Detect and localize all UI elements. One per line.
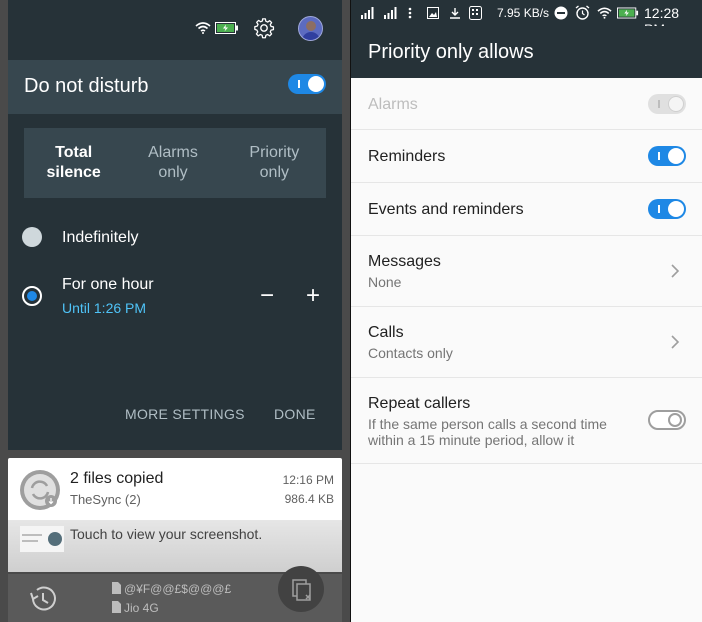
image-icon <box>427 7 439 19</box>
segment-priority-only[interactable]: Priority only <box>223 128 326 198</box>
history-icon[interactable] <box>26 584 58 614</box>
option-one-hour-label[interactable]: For one hour <box>62 276 154 294</box>
option-indefinitely-label[interactable]: Indefinitely <box>62 229 139 247</box>
alarm-icon <box>575 5 590 20</box>
repeat-callers-toggle[interactable] <box>648 410 686 430</box>
notification-app: TheSync (2) <box>70 492 141 507</box>
sim-icon <box>112 582 121 594</box>
setting-row-messages[interactable]: Messages None <box>351 236 702 307</box>
wifi-icon <box>195 22 211 34</box>
setting-title: Messages <box>368 253 441 270</box>
dnd-mode-selector: Total silence Alarms only Priority only <box>24 128 326 198</box>
priority-settings-screen: 7.95 KB/s 12:28 PM Priority only allows … <box>351 0 702 622</box>
quick-settings-panel: Do not disturb Total silence Alarms only… <box>0 0 350 622</box>
option-one-hour-until: Until 1:26 PM <box>62 300 147 316</box>
dnd-status-icon <box>554 6 568 20</box>
dnd-toggle[interactable] <box>288 74 326 94</box>
setting-title: Events and reminders <box>368 201 524 218</box>
setting-subtitle: If the same person calls a second time w… <box>368 416 607 448</box>
sync-icon <box>20 470 60 510</box>
increase-duration-button[interactable]: + <box>306 284 320 308</box>
decrease-duration-button[interactable]: − <box>260 284 274 308</box>
page-title: Priority only allows <box>368 41 534 63</box>
events-toggle[interactable] <box>648 199 686 219</box>
setting-row-reminders[interactable]: Reminders <box>351 130 702 183</box>
dnd-title: Do not disturb <box>24 75 149 97</box>
sim-icon <box>112 601 121 613</box>
app-notification-icon <box>469 6 482 20</box>
wifi-icon <box>597 7 612 19</box>
setting-title: Calls <box>368 324 404 341</box>
signal-icon <box>361 7 374 19</box>
dnd-panel: Do not disturb Total silence Alarms only… <box>8 0 342 450</box>
clear-all-icon <box>292 579 311 601</box>
status-bar: 7.95 KB/s 12:28 PM <box>351 0 702 37</box>
more-vert-icon <box>408 7 412 19</box>
screenshot-notification[interactable]: Touch to view your screenshot. <box>8 520 342 572</box>
reminders-toggle[interactable] <box>648 146 686 166</box>
setting-title: Reminders <box>368 148 446 165</box>
setting-title: Repeat callers <box>368 395 471 412</box>
battery-charging-icon <box>617 7 639 19</box>
radio-one-hour[interactable] <box>22 286 42 306</box>
setting-subtitle: Contacts only <box>368 345 453 361</box>
clear-notifications-button[interactable] <box>278 566 324 612</box>
battery-charging-icon <box>215 22 238 34</box>
setting-row-alarms[interactable]: Alarms <box>351 78 702 130</box>
bottom-status-strip: @¥F@@£$@@@£ Jio 4G <box>8 566 342 622</box>
download-icon <box>450 8 460 19</box>
segment-alarms-only[interactable]: Alarms only <box>123 128 222 198</box>
done-button[interactable]: DONE <box>274 406 316 422</box>
network-speed: 7.95 KB/s <box>497 6 550 20</box>
radio-indefinitely[interactable] <box>22 227 42 247</box>
segment-total-silence[interactable]: Total silence <box>24 128 123 198</box>
setting-row-calls[interactable]: Calls Contacts only <box>351 307 702 378</box>
screenshot-notification-text: Touch to view your screenshot. <box>70 526 263 542</box>
dnd-row: Do not disturb <box>8 60 342 114</box>
carrier-name-1: @¥F@@£$@@@£ <box>124 582 232 596</box>
setting-row-events[interactable]: Events and reminders <box>351 183 702 236</box>
signal-icon <box>384 7 397 19</box>
chevron-right-icon <box>671 335 680 349</box>
setting-subtitle: None <box>368 274 402 290</box>
toolbar: Priority only allows <box>351 26 702 78</box>
avatar[interactable] <box>298 16 323 41</box>
more-settings-button[interactable]: MORE SETTINGS <box>125 406 245 422</box>
setting-row-repeat-callers[interactable]: Repeat callers If the same person calls … <box>351 378 702 464</box>
carrier-name-2: Jio 4G <box>124 601 159 615</box>
gear-icon[interactable] <box>253 17 275 39</box>
setting-title: Alarms <box>368 96 418 113</box>
notification-time: 12:16 PM <box>282 473 334 487</box>
alarms-toggle <box>648 94 686 114</box>
notification-size: 986.4 KB <box>284 492 334 506</box>
notification-title: 2 files copied <box>70 470 164 487</box>
quick-settings-header <box>8 0 342 60</box>
screenshot-thumbnail <box>20 526 64 552</box>
chevron-right-icon <box>671 264 680 278</box>
